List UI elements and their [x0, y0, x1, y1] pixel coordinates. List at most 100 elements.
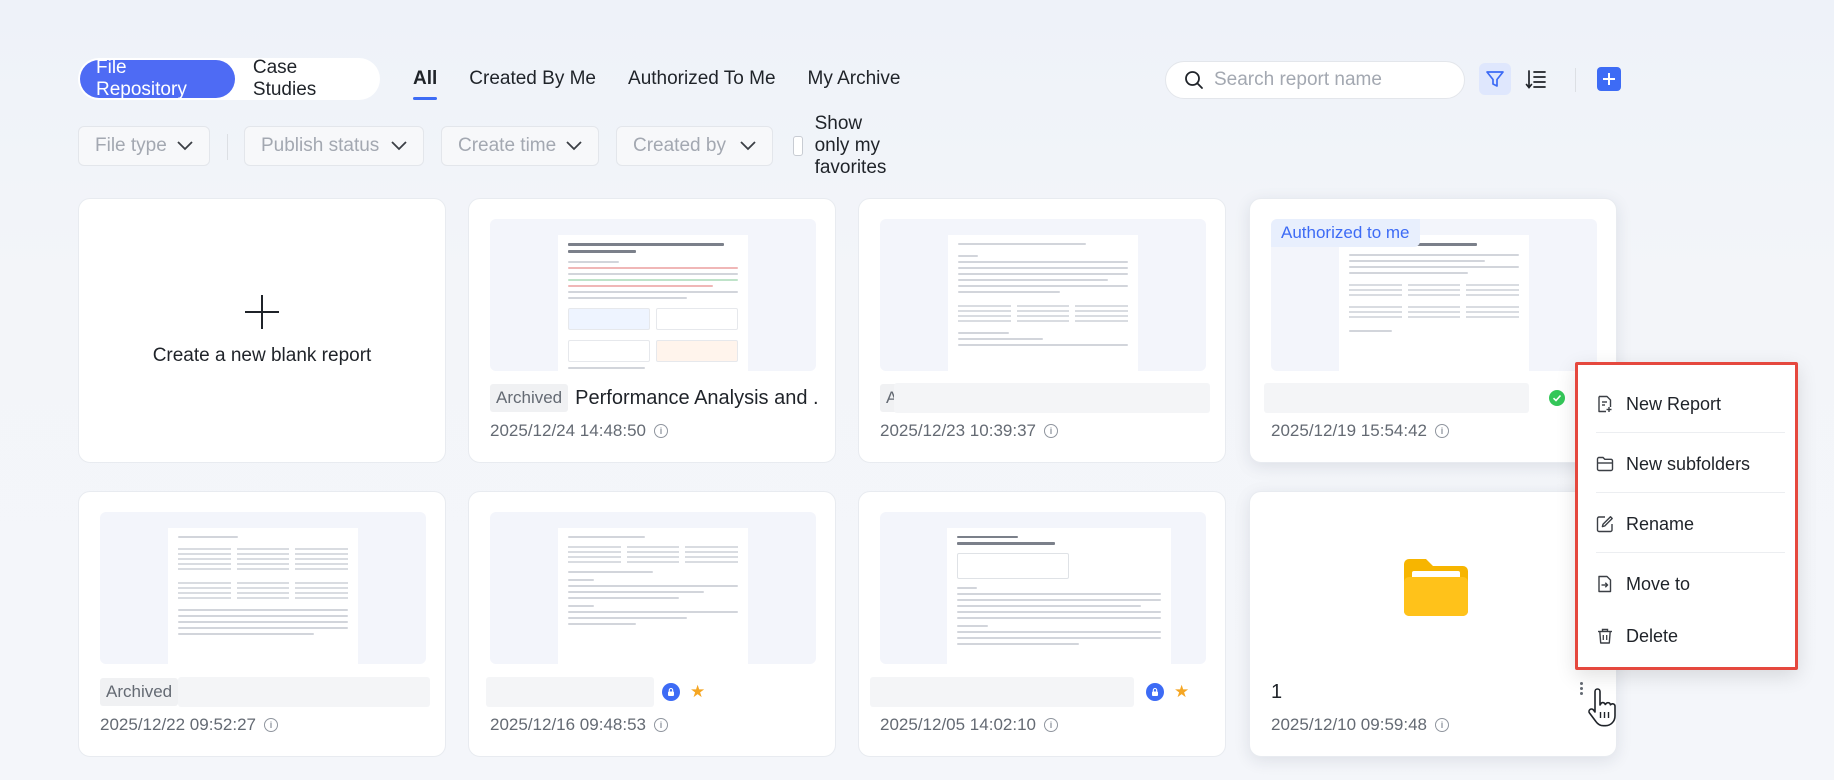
menu-item-label: Move to: [1626, 573, 1691, 594]
report-title: Performance Analysis and ...: [575, 386, 820, 409]
report-thumbnail: [880, 219, 1206, 371]
report-thumbnail: [490, 512, 816, 664]
authorized-badge: Authorized to me: [1271, 219, 1420, 247]
chevron-down-icon: [740, 141, 756, 151]
redacted-title: [178, 677, 430, 707]
archived-tag: Archived: [100, 678, 179, 706]
info-icon[interactable]: i: [653, 718, 668, 732]
report-time-row: 2025/12/16 09:48:53 i: [490, 715, 668, 735]
context-menu: New Report New subfolders Rename Move to…: [1575, 362, 1798, 670]
report-thumbnail: [100, 512, 426, 664]
report-time-row: 2025/12/24 14:48:50 i: [490, 421, 668, 441]
chevron-down-icon: [391, 141, 407, 151]
filter-button[interactable]: [1479, 63, 1511, 95]
tab-all[interactable]: All: [413, 58, 438, 100]
create-blank-report-card[interactable]: Create a new blank report: [78, 198, 446, 463]
published-check-icon: [1549, 390, 1565, 406]
menu-item-label: New subfolders: [1626, 453, 1751, 474]
tab-created-by-me[interactable]: Created By Me: [469, 58, 596, 100]
move-icon: [1598, 575, 1612, 593]
report-thumbnail: Authorized to me: [1271, 219, 1597, 371]
info-icon[interactable]: i: [653, 424, 668, 438]
created-by-dropdown[interactable]: Created by: [616, 126, 773, 166]
report-card[interactable]: Archived 2025/12/22 09:52:27 i: [78, 491, 446, 757]
create-blank-report-label: Create a new blank report: [152, 344, 372, 366]
report-timestamp: 2025/12/16 09:48:53: [490, 715, 646, 734]
menu-item-new-report[interactable]: New Report: [1596, 382, 1785, 426]
file-type-label: File type: [95, 135, 167, 156]
report-timestamp: 2025/12/05 14:02:10: [880, 715, 1036, 734]
tab-bar: All Created By Me Authorized To Me My Ar…: [413, 58, 932, 100]
menu-item-delete[interactable]: Delete: [1596, 614, 1785, 658]
info-icon[interactable]: i: [1434, 718, 1449, 732]
folder-icon: [1596, 456, 1614, 472]
report-title-row: Archived Performance Analysis and ...: [490, 383, 820, 413]
folder-card[interactable]: 1 2025/12/10 09:59:48 i: [1249, 491, 1617, 757]
create-time-dropdown[interactable]: Create time: [441, 126, 599, 166]
segment-file-repository[interactable]: File Repository: [80, 57, 235, 100]
toolbar-divider: [1575, 68, 1576, 92]
add-icon: [1597, 67, 1621, 91]
favorites-label: Show only my favorites: [814, 113, 887, 178]
sort-button[interactable]: [1520, 63, 1552, 95]
report-title-row: Archived: [880, 383, 1210, 413]
report-card[interactable]: Authorized to me 2025/12/19 15:54:42 i: [1249, 198, 1617, 463]
report-title-row: [1264, 383, 1594, 413]
lock-icon: [1146, 683, 1164, 701]
search-input[interactable]: [1214, 69, 1444, 91]
info-icon[interactable]: i: [1043, 718, 1058, 732]
new-report-icon: [1598, 395, 1612, 413]
report-thumbnail: [490, 219, 816, 371]
favorite-star-icon[interactable]: ★: [1174, 682, 1189, 702]
menu-item-new-subfolders[interactable]: New subfolders: [1596, 442, 1785, 486]
created-by-label: Created by: [633, 135, 726, 156]
report-time-row: 2025/12/05 14:02:10 i: [880, 715, 1058, 735]
report-card[interactable]: ★ 2025/12/05 14:02:10 i: [858, 491, 1226, 757]
publish-status-label: Publish status: [261, 135, 380, 156]
favorites-checkbox[interactable]: [793, 136, 803, 156]
report-card[interactable]: Archived Performance Analysis and ... 20…: [468, 198, 836, 463]
folder-icon: [1404, 559, 1468, 616]
add-button[interactable]: [1593, 63, 1625, 95]
menu-divider: [1596, 552, 1785, 553]
menu-item-label: New Report: [1626, 393, 1722, 414]
report-time-row: 2025/12/19 15:54:42 i: [1271, 421, 1449, 441]
publish-status-dropdown[interactable]: Publish status: [244, 126, 424, 166]
info-icon[interactable]: i: [1434, 424, 1449, 438]
hand-cursor-icon: [1588, 688, 1616, 727]
info-icon[interactable]: i: [263, 718, 278, 732]
report-timestamp: 2025/12/22 09:52:27: [100, 715, 256, 734]
repository-segmented-control: File Repository Case Studies: [78, 57, 380, 100]
report-title-row: Archived: [100, 677, 430, 707]
file-type-dropdown[interactable]: File type: [78, 126, 210, 166]
favorites-filter[interactable]: Show only my favorites: [793, 113, 897, 178]
folder-timestamp: 2025/12/10 09:59:48: [1271, 715, 1427, 734]
search-box: [1165, 61, 1465, 99]
menu-item-move-to[interactable]: Move to: [1596, 562, 1785, 606]
create-time-label: Create time: [458, 135, 557, 156]
report-card[interactable]: ★ 2025/12/16 09:48:53 i: [468, 491, 836, 757]
redacted-title: [1264, 383, 1529, 413]
segment-case-studies[interactable]: Case Studies: [237, 57, 380, 100]
favorite-star-icon[interactable]: ★: [690, 682, 705, 702]
chevron-down-icon: [177, 141, 193, 151]
info-icon[interactable]: i: [1043, 424, 1058, 438]
plus-icon: [245, 294, 279, 329]
menu-divider: [1596, 432, 1785, 433]
chevron-down-icon: [566, 141, 582, 151]
archived-tag: Archived: [490, 384, 569, 412]
report-card[interactable]: Archived 2025/12/23 10:39:37 i: [858, 198, 1226, 463]
more-options-icon[interactable]: [1577, 682, 1585, 695]
folder-title-row: 1: [1271, 677, 1601, 707]
tab-my-archive[interactable]: My Archive: [808, 58, 901, 100]
redacted-title: [486, 677, 654, 707]
filter-icon: [1486, 71, 1504, 87]
trash-icon: [1598, 628, 1612, 644]
tab-authorized-to-me[interactable]: Authorized To Me: [628, 58, 776, 100]
top-bar: File Repository Case Studies All Created…: [78, 57, 1834, 100]
menu-item-rename[interactable]: Rename: [1596, 502, 1785, 546]
report-thumbnail: [880, 512, 1206, 664]
report-time-row: 2025/12/23 10:39:37 i: [880, 421, 1058, 441]
lock-icon: [662, 683, 680, 701]
report-title-row: ★: [870, 677, 1200, 707]
